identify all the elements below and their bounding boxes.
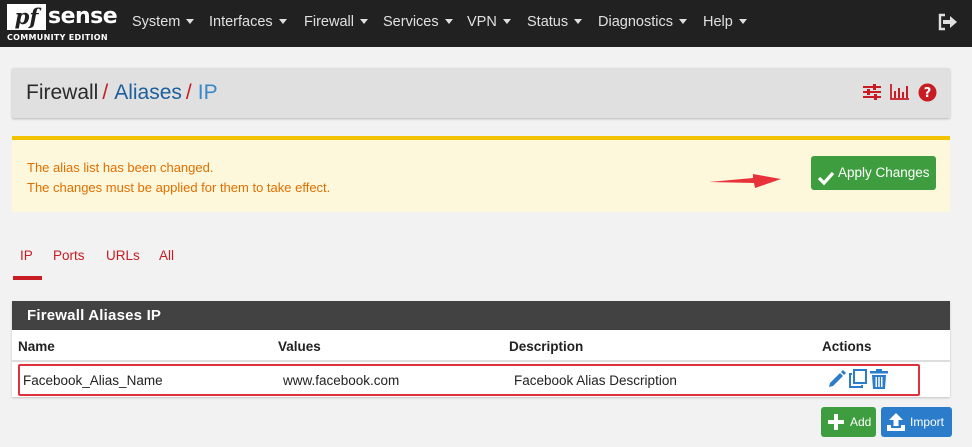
- sliders-icon[interactable]: [862, 83, 882, 106]
- breadcrumb-current[interactable]: IP: [198, 81, 218, 104]
- panel-title: Firewall Aliases IP: [12, 301, 950, 330]
- pfsense-logo[interactable]: pf sense COMMUNITY EDITION: [7, 4, 118, 44]
- chevron-down-icon: [186, 18, 195, 24]
- breadcrumb-separator: /: [102, 81, 109, 104]
- header-divider: [12, 360, 950, 362]
- top-navbar: pf sense COMMUNITY EDITION System Interf…: [0, 0, 972, 47]
- tab-ports[interactable]: Ports: [53, 248, 85, 263]
- breadcrumb-separator: /: [185, 81, 192, 104]
- sign-out-icon[interactable]: [938, 13, 958, 31]
- plus-icon: [826, 412, 846, 432]
- nav-interfaces[interactable]: Interfaces: [209, 0, 287, 47]
- chevron-down-icon: [359, 18, 368, 24]
- logo-sense: sense: [48, 4, 118, 29]
- chevron-down-icon: [502, 18, 511, 24]
- breadcrumb-panel: Firewall / Aliases / IP ?: [12, 68, 950, 118]
- column-header-description: Description: [509, 339, 584, 354]
- chevron-down-icon: [678, 18, 687, 24]
- svg-text:?: ?: [924, 86, 932, 101]
- trash-icon[interactable]: [869, 368, 889, 390]
- active-tab-indicator: [13, 276, 42, 280]
- add-button[interactable]: Add: [821, 407, 876, 437]
- cell-alias-description: Facebook Alias Description: [514, 373, 677, 388]
- cell-alias-name: Facebook_Alias_Name: [23, 373, 163, 388]
- chevron-down-icon: [278, 18, 287, 24]
- upload-icon: [886, 412, 906, 432]
- tab-all[interactable]: All: [159, 248, 174, 263]
- alert-message: The alias list has been changed. The cha…: [27, 158, 330, 198]
- nav-system[interactable]: System: [132, 0, 195, 47]
- logo-edition: COMMUNITY EDITION: [7, 33, 108, 42]
- bar-chart-icon[interactable]: [890, 83, 910, 106]
- alert-line-1: The alias list has been changed.: [27, 160, 214, 175]
- apply-changes-button[interactable]: Apply Changes: [811, 156, 936, 190]
- chevron-down-icon: [738, 18, 747, 24]
- breadcrumb-aliases-link[interactable]: Aliases: [114, 81, 182, 104]
- tab-urls[interactable]: URLs: [106, 248, 140, 263]
- cell-alias-values: www.facebook.com: [283, 373, 400, 388]
- breadcrumb: Firewall / Aliases / IP: [26, 81, 218, 105]
- pencil-icon[interactable]: [827, 368, 847, 390]
- nav-help[interactable]: Help: [703, 0, 747, 47]
- tab-ip[interactable]: IP: [20, 248, 33, 263]
- nav-services[interactable]: Services: [383, 0, 453, 47]
- chevron-down-icon: [574, 18, 583, 24]
- column-header-values: Values: [278, 339, 321, 354]
- column-header-name: Name: [18, 339, 55, 354]
- copy-icon[interactable]: [848, 368, 868, 390]
- breadcrumb-actions: ?: [862, 83, 938, 103]
- column-header-actions: Actions: [822, 339, 872, 354]
- red-arrow-annotation: [709, 170, 781, 190]
- breadcrumb-firewall: Firewall: [26, 81, 99, 104]
- import-button[interactable]: Import: [881, 407, 952, 437]
- chevron-down-icon: [444, 18, 453, 24]
- question-circle-icon[interactable]: ?: [918, 83, 937, 107]
- changes-alert: The alias list has been changed. The cha…: [12, 136, 950, 212]
- nav-status[interactable]: Status: [527, 0, 583, 47]
- check-icon: [817, 165, 835, 186]
- nav-firewall[interactable]: Firewall: [304, 0, 368, 47]
- nav-diagnostics[interactable]: Diagnostics: [598, 0, 687, 47]
- nav-vpn[interactable]: VPN: [467, 0, 511, 47]
- alert-line-2: The changes must be applied for them to …: [27, 180, 331, 195]
- aliases-table-panel: Firewall Aliases IP Name Values Descript…: [12, 301, 950, 397]
- logo-pf: pf: [7, 4, 46, 30]
